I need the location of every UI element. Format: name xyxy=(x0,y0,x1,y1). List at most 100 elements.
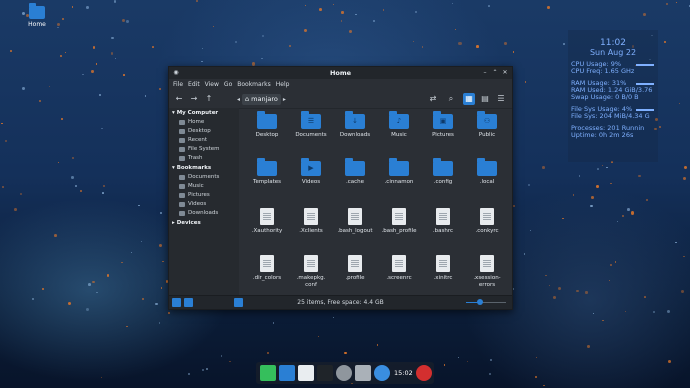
folder-item[interactable]: .config xyxy=(421,158,465,186)
dock-clock: 15:02 xyxy=(394,369,413,377)
sidebar-item-music[interactable]: Music xyxy=(169,182,239,191)
sidebar-item-pictures[interactable]: Pictures xyxy=(169,191,239,200)
menu-go[interactable]: Go xyxy=(224,81,232,88)
sidebar-item-home[interactable]: Home xyxy=(169,118,239,127)
sidebar-item-label: Trash xyxy=(188,155,203,161)
videos-icon xyxy=(179,202,185,207)
home-folder-icon[interactable] xyxy=(279,365,295,381)
file-name: .config xyxy=(433,179,453,185)
path-right-arrow-icon[interactable]: ▸ xyxy=(283,96,286,103)
list-view-icon[interactable]: ▤ xyxy=(479,93,491,105)
file-item[interactable]: .conkyrc xyxy=(465,208,509,235)
file-name: .Xclients xyxy=(299,228,323,234)
file-item[interactable]: .screenrc xyxy=(377,255,421,282)
up-icon[interactable]: ↑ xyxy=(203,93,215,105)
folder-item[interactable]: Templates xyxy=(245,158,289,186)
file-item[interactable]: .makepkg. conf xyxy=(289,255,333,289)
manjaro-menu-icon[interactable] xyxy=(260,365,276,381)
sidebar-item-recent[interactable]: Recent xyxy=(169,136,239,145)
folder-icon xyxy=(29,3,45,19)
sidebar-item-desktop[interactable]: Desktop xyxy=(169,127,239,136)
file-item[interactable]: .Xauthority xyxy=(245,208,289,235)
zoom-slider-knob[interactable] xyxy=(477,299,483,305)
file-item[interactable]: .Xclients xyxy=(289,208,333,235)
search-icon[interactable]: ⌕ xyxy=(445,93,457,105)
toggle-location-icon[interactable]: ⇄ xyxy=(427,93,439,105)
sidebar-item-videos[interactable]: Videos xyxy=(169,200,239,209)
trash-icon[interactable] xyxy=(336,365,352,381)
folder-icon: ▣ xyxy=(433,111,453,129)
text-file-icon xyxy=(304,255,318,272)
folder-item[interactable]: ⚇ Public xyxy=(465,111,509,139)
file-item[interactable]: .profile xyxy=(333,255,377,282)
sidebar-item-trash[interactable]: Trash xyxy=(169,154,239,163)
file-item[interactable]: .dir_colors xyxy=(245,255,289,282)
power-icon[interactable] xyxy=(416,365,432,381)
forward-icon[interactable]: → xyxy=(188,93,200,105)
sidebar-item-label: Pictures xyxy=(188,192,210,198)
menu-edit[interactable]: Edit xyxy=(188,81,200,88)
file-name: Music xyxy=(391,132,407,138)
file-name: .profile xyxy=(345,275,365,281)
desktop-home-icon[interactable]: Home xyxy=(24,3,50,28)
file-name: Desktop xyxy=(255,132,279,138)
music-icon xyxy=(179,184,185,189)
folder-item[interactable]: Desktop xyxy=(245,111,289,139)
sidebar-item-file-system[interactable]: File System xyxy=(169,145,239,154)
minimize-icon[interactable]: – xyxy=(481,69,489,77)
sidebar-item-label: Home xyxy=(188,119,205,125)
folder-item[interactable]: .cache xyxy=(333,158,377,186)
volume-icon[interactable] xyxy=(355,365,371,381)
status-bar: 25 items, Free space: 4.4 GB xyxy=(169,295,512,309)
folder-item[interactable]: ☰ Documents xyxy=(289,111,333,139)
text-file-icon xyxy=(436,255,450,272)
recent-icon xyxy=(179,138,185,143)
status-text: 25 items, Free space: 4.4 GB xyxy=(297,299,384,306)
file-item[interactable]: .bash_profile xyxy=(377,208,421,235)
sidebar-item-downloads[interactable]: Downloads xyxy=(169,209,239,218)
sidebar-section-devices[interactable]: ▸ Devices xyxy=(169,218,239,228)
conky-widget: 11:02 Sun Aug 22 CPU Usage: 9% CPU Freq:… xyxy=(568,30,658,162)
icon-view-icon[interactable]: ▦ xyxy=(463,93,475,105)
downloads-icon xyxy=(179,211,185,216)
menu-bookmarks[interactable]: Bookmarks xyxy=(237,81,271,88)
path-left-arrow-icon[interactable]: ◂ xyxy=(237,96,240,103)
close-icon[interactable]: ✕ xyxy=(501,69,509,77)
folder-item[interactable]: .cinnamon xyxy=(377,158,421,186)
folder-icon xyxy=(477,158,497,176)
back-icon[interactable]: ← xyxy=(173,93,185,105)
menu-view[interactable]: View xyxy=(205,81,219,88)
folder-item[interactable]: ↓ Downloads xyxy=(333,111,377,139)
folder-icon: ▶ xyxy=(301,158,321,176)
file-item[interactable]: .bashrc xyxy=(421,208,465,235)
sidebar-section-my-computer[interactable]: ▾ My Computer xyxy=(169,108,239,118)
title-bar[interactable]: ◉ Home – ⌃ ✕ xyxy=(169,67,512,79)
file-item[interactable]: .bash_logout xyxy=(333,208,377,235)
file-name: .dir_colors xyxy=(252,275,282,281)
file-name: .xinitrc xyxy=(433,275,453,281)
sidebar-item-documents[interactable]: Documents xyxy=(169,173,239,182)
text-file-icon xyxy=(260,255,274,272)
terminal-icon[interactable] xyxy=(317,365,333,381)
file-item[interactable]: .xinitrc xyxy=(421,255,465,282)
sidebar-item-label: Videos xyxy=(188,201,207,207)
menu-file[interactable]: File xyxy=(173,81,183,88)
maximize-icon[interactable]: ⌃ xyxy=(491,69,499,77)
file-item[interactable]: .xsession- errors xyxy=(465,255,509,289)
sidebar-section-bookmarks[interactable]: ▾ Bookmarks xyxy=(169,163,239,173)
zoom-slider[interactable] xyxy=(466,299,506,305)
folder-item[interactable]: .local xyxy=(465,158,509,186)
file-system-icon xyxy=(179,147,185,152)
folder-item[interactable]: ▣ Pictures xyxy=(421,111,465,139)
file-manager-icon[interactable] xyxy=(298,365,314,381)
info-icon[interactable] xyxy=(374,365,390,381)
menu-help[interactable]: Help xyxy=(276,81,290,88)
folder-item[interactable]: ♪ Music xyxy=(377,111,421,139)
window-title: Home xyxy=(329,69,352,77)
compact-view-icon[interactable]: ☰ xyxy=(495,93,507,105)
folder-item[interactable]: ▶ Videos xyxy=(289,158,333,186)
breadcrumb-home[interactable]: ⌂ manjaro xyxy=(242,93,281,105)
folder-icon xyxy=(257,111,277,129)
folder-icon xyxy=(345,158,365,176)
text-file-icon xyxy=(348,255,362,272)
